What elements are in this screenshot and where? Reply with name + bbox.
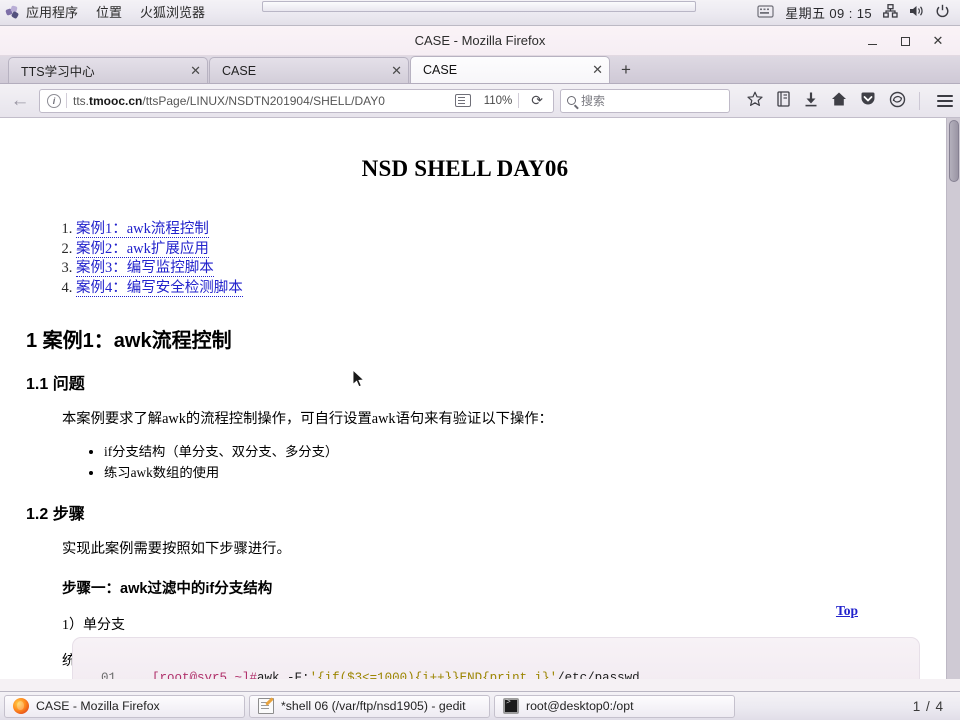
taskbar-item-gedit[interactable]: *shell 06 (/var/ftp/nsd1905) - gedit bbox=[249, 694, 490, 718]
code-path: /etc/passwd bbox=[557, 671, 640, 679]
taskbar-item-terminal[interactable]: root@desktop0:/opt bbox=[494, 694, 735, 718]
back-arrow-icon[interactable]: ← bbox=[7, 88, 33, 114]
toc-link-4[interactable]: 案例4：编写安全检测脚本 bbox=[76, 279, 243, 297]
list-item: 案例3：编写监控脚本 bbox=[76, 259, 906, 279]
library-icon[interactable] bbox=[776, 91, 791, 110]
section-1-heading: 1 案例1：awk流程控制 bbox=[26, 330, 232, 352]
table-of-contents: 案例1：awk流程控制 案例2：awk扩展应用 案例3：编写监控脚本 案例4：编… bbox=[76, 220, 906, 298]
gnome-foot-icon bbox=[5, 5, 20, 20]
taskbar-item-label: CASE - Mozilla Firefox bbox=[36, 699, 160, 713]
volume-icon[interactable] bbox=[909, 4, 924, 21]
taskbar-item-label: *shell 06 (/var/ftp/nsd1905) - gedit bbox=[281, 699, 466, 713]
page-scrollbar[interactable] bbox=[946, 118, 960, 679]
keyboard-icon[interactable] bbox=[757, 4, 774, 21]
section-1-2-heading: 1.2 步骤 bbox=[26, 506, 85, 523]
gnome-top-panel: 应用程序 位置 火狐浏览器 星期五 09 : 15 bbox=[0, 0, 960, 26]
panel-menu-places-label: 位置 bbox=[96, 4, 123, 20]
code-line: 01 [root@svr5 ~]# awk -F: '{if($3<=1000)… bbox=[101, 671, 640, 679]
tab-case-2-active[interactable]: CASE ✕ bbox=[410, 56, 610, 83]
list-item: if分支结构（单分支、双分支、多分支） bbox=[104, 441, 906, 462]
star-icon[interactable] bbox=[747, 91, 763, 110]
maximize-button[interactable] bbox=[898, 34, 912, 48]
site-info-icon[interactable]: i bbox=[47, 93, 61, 108]
toc-link-2[interactable]: 案例2：awk扩展应用 bbox=[76, 240, 209, 258]
list-item: 案例4：编写安全检测脚本 bbox=[76, 279, 906, 299]
list-item: 案例2：awk扩展应用 bbox=[76, 240, 906, 260]
search-input[interactable]: 搜索 bbox=[560, 88, 730, 113]
code-command: awk -F: bbox=[257, 671, 310, 679]
section-1-1-body: 本案例要求了解awk的流程控制操作，可自行设置awk语句来有验证以下操作： bbox=[62, 411, 553, 427]
workspace-indicator[interactable]: 1 / 4 bbox=[913, 699, 956, 714]
gedit-icon bbox=[258, 698, 274, 714]
taskbar-item-label: root@desktop0:/opt bbox=[526, 699, 634, 713]
power-icon[interactable] bbox=[935, 4, 950, 21]
url-text: tts.tmooc.cn/ttsPage/LINUX/NSDTN201904/S… bbox=[73, 93, 385, 108]
firefox-window: CASE - Mozilla Firefox ✕ TTS学习中心 ✕ CASE … bbox=[0, 26, 960, 691]
section-1-1-bullets: if分支结构（单分支、双分支、多分支） 练习awk数组的使用 bbox=[104, 441, 906, 483]
tab-case-1[interactable]: CASE ✕ bbox=[209, 57, 409, 83]
browser-content-area: NSD SHELL DAY06 案例1：awk流程控制 案例2：awk扩展应用 … bbox=[0, 118, 960, 679]
taskbar-item-firefox[interactable]: CASE - Mozilla Firefox bbox=[4, 694, 245, 718]
panel-menu-firefox[interactable]: 火狐浏览器 bbox=[131, 1, 214, 25]
urlbar-separator bbox=[66, 93, 67, 108]
search-placeholder: 搜索 bbox=[581, 94, 606, 108]
search-icon bbox=[567, 96, 576, 105]
scrollbar-thumb[interactable] bbox=[949, 120, 959, 182]
panel-menu-places[interactable]: 位置 bbox=[87, 1, 131, 25]
window-title: CASE - Mozilla Firefox bbox=[414, 33, 546, 48]
panel-menu-applications-label: 应用程序 bbox=[26, 4, 79, 20]
tab-tts-learning-center[interactable]: TTS学习中心 ✕ bbox=[8, 57, 208, 83]
minimize-button[interactable] bbox=[865, 34, 879, 48]
new-tab-button[interactable]: + bbox=[611, 57, 641, 83]
mouse-cursor bbox=[352, 368, 366, 389]
toolbar-separator bbox=[919, 91, 920, 110]
navigation-toolbar: ← i tts.tmooc.cn/ttsPage/LINUX/NSDTN2019… bbox=[0, 84, 960, 118]
toolbar-icons bbox=[736, 91, 953, 111]
code-quoted-expression: '{if($3<=1000){i++}}END{print i}' bbox=[309, 671, 558, 679]
list-item: 练习awk数组的使用 bbox=[104, 462, 906, 483]
toc-link-1[interactable]: 案例1：awk流程控制 bbox=[76, 221, 209, 238]
terminal-icon bbox=[503, 698, 519, 714]
network-icon[interactable] bbox=[883, 4, 898, 21]
window-titlebar: CASE - Mozilla Firefox ✕ bbox=[0, 26, 960, 56]
code-line-number: 01 bbox=[101, 671, 117, 679]
step-one-item: 1）单分支 bbox=[62, 618, 125, 633]
tab-label: CASE bbox=[222, 63, 257, 78]
tab-label: TTS学习中心 bbox=[21, 65, 95, 79]
code-block: 01 [root@svr5 ~]# awk -F: '{if($3<=1000)… bbox=[72, 637, 920, 679]
pocket-icon[interactable] bbox=[860, 91, 876, 110]
section-1-1-heading: 1.1 问题 bbox=[26, 376, 85, 393]
tab-close-icon[interactable]: ✕ bbox=[385, 63, 402, 79]
urlbar-separator-2 bbox=[518, 93, 520, 108]
tab-close-icon[interactable]: ✕ bbox=[184, 63, 201, 79]
panel-menu-applications[interactable]: 应用程序 bbox=[0, 1, 87, 25]
sync-icon[interactable] bbox=[889, 91, 906, 111]
close-button[interactable]: ✕ bbox=[931, 33, 945, 48]
panel-menu-firefox-label: 火狐浏览器 bbox=[140, 4, 206, 20]
reload-icon[interactable]: ⟳ bbox=[525, 92, 549, 109]
toc-link-3[interactable]: 案例3：编写监控脚本 bbox=[76, 260, 214, 277]
tab-label: CASE bbox=[423, 63, 458, 77]
firefox-icon bbox=[13, 698, 29, 714]
window-controls: ✕ bbox=[865, 33, 960, 48]
hamburger-menu-icon[interactable] bbox=[933, 94, 953, 107]
reader-mode-icon[interactable] bbox=[454, 94, 471, 107]
step-one-heading: 步骤一：awk过滤中的if分支结构 bbox=[62, 581, 273, 597]
url-bar[interactable]: i tts.tmooc.cn/ttsPage/LINUX/NSDTN201904… bbox=[39, 88, 554, 113]
tab-close-icon[interactable]: ✕ bbox=[586, 62, 603, 78]
tab-strip: TTS学习中心 ✕ CASE ✕ CASE ✕ + bbox=[0, 56, 960, 84]
download-icon[interactable] bbox=[804, 91, 818, 110]
panel-status-area: 星期五 09 : 15 bbox=[757, 3, 960, 22]
page-title: NSD SHELL DAY06 bbox=[361, 156, 569, 181]
panel-window-strip[interactable] bbox=[262, 1, 696, 12]
top-link[interactable]: Top bbox=[836, 603, 858, 619]
list-item: 案例1：awk流程控制 bbox=[76, 220, 906, 240]
bottom-taskbar: CASE - Mozilla Firefox *shell 06 (/var/f… bbox=[0, 691, 960, 720]
code-prompt: [root@svr5 ~]# bbox=[152, 671, 258, 679]
web-page: NSD SHELL DAY06 案例1：awk流程控制 案例2：awk扩展应用 … bbox=[0, 118, 930, 679]
section-1-2-body: 实现此案例需要按照如下步骤进行。 bbox=[62, 541, 291, 557]
home-icon[interactable] bbox=[831, 91, 847, 110]
zoom-level-badge[interactable]: 110% bbox=[478, 95, 519, 107]
panel-clock[interactable]: 星期五 09 : 15 bbox=[785, 3, 872, 22]
